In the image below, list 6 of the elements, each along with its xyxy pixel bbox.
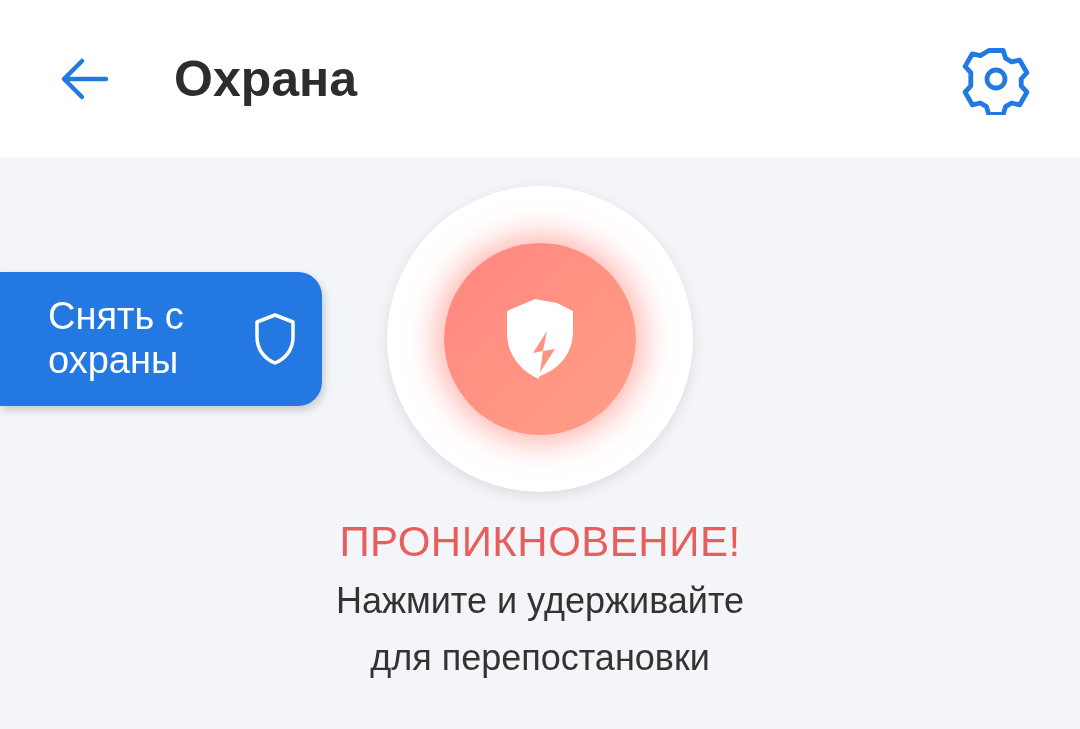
disarm-button[interactable]: Снять с охраны <box>0 272 322 406</box>
back-arrow-icon <box>60 57 110 101</box>
alarm-status: ПРОНИКНОВЕНИЕ! <box>339 518 741 566</box>
screen-title: Охрана <box>174 50 359 108</box>
hold-hint: Нажмите и удерживайте для перепостановки <box>335 579 745 680</box>
shield-icon <box>252 312 298 366</box>
